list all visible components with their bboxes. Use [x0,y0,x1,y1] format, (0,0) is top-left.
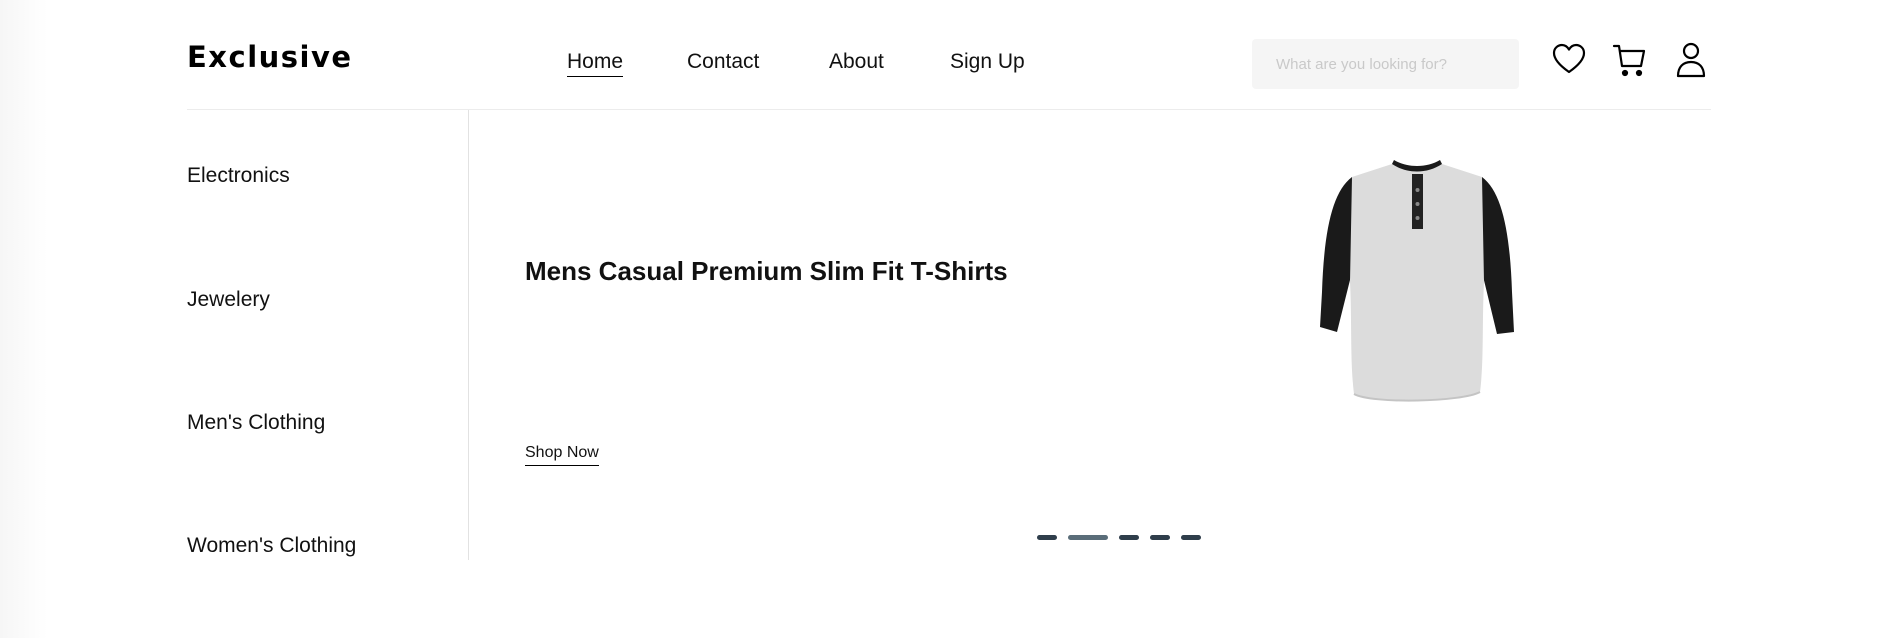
nav-about[interactable]: About [829,50,884,74]
slider-dot[interactable] [1119,535,1139,540]
user-icon[interactable] [1673,40,1709,80]
sidebar-divider [468,110,469,560]
sidebar-item-jewelery[interactable]: Jewelery [187,288,270,312]
slider-dot[interactable] [1037,535,1057,540]
slider-dot[interactable] [1150,535,1170,540]
page-left-shade [0,0,48,638]
hero-title: Mens Casual Premium Slim Fit T-Shirts [525,256,1008,286]
nav-sign-up[interactable]: Sign Up [950,50,1025,74]
sidebar-item-electronics[interactable]: Electronics [187,164,290,188]
slider-dot-active[interactable] [1068,535,1108,540]
sidebar-item-mens-clothing[interactable]: Men's Clothing [187,411,325,435]
nav-contact[interactable]: Contact [687,50,759,74]
search-box [1252,39,1519,89]
header-divider [187,109,1711,110]
sidebar-item-womens-clothing[interactable]: Women's Clothing [187,534,356,558]
henley-raglan-shirt-image[interactable] [1312,152,1522,408]
search-input[interactable] [1252,39,1516,89]
nav-home[interactable]: Home [567,50,624,77]
cart-icon[interactable] [1612,40,1648,80]
shop-now-button[interactable]: Shop Now [525,444,599,466]
heart-icon[interactable] [1551,40,1587,80]
logo[interactable]: Exclusive [187,40,353,74]
slider-dot[interactable] [1181,535,1201,540]
